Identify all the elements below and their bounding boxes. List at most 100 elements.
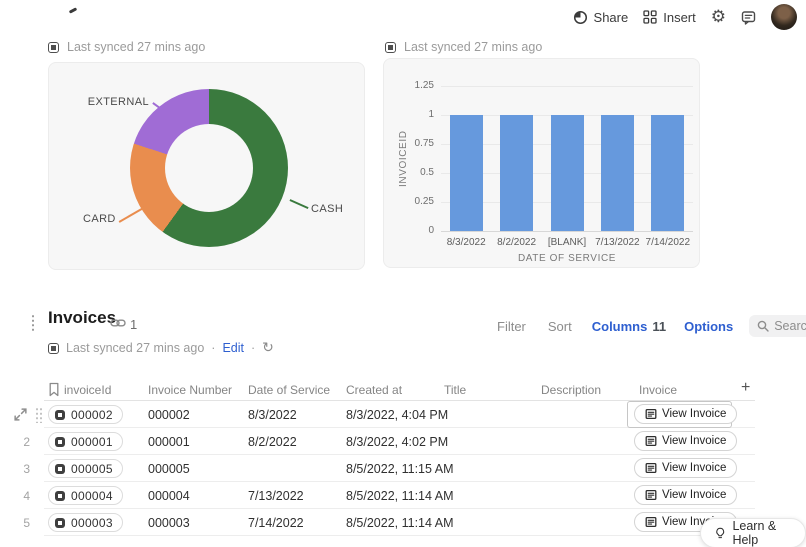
learn-help-label: Learn & Help [732,519,791,547]
options-button[interactable]: Options [684,319,733,334]
invoice-id-chip[interactable]: 000003 [48,513,123,532]
section-title: Invoices [48,308,116,328]
cell-invoice-number[interactable]: 000001 [148,435,190,449]
column-header-title[interactable]: Title [444,383,466,397]
view-invoice-label: View Invoice [662,462,726,474]
x-tick-label: 8/3/2022 [441,237,491,248]
column-header-invoiceid[interactable]: invoiceId [64,383,111,397]
refresh-icon[interactable]: ↻ [262,341,274,355]
cell-date-of-service[interactable]: 8/2/2022 [248,435,297,449]
drag-handle-icon[interactable] [35,407,43,423]
pie-sync-status: Last synced 27 mins ago [48,40,205,54]
invoice-id-value: 000004 [71,489,113,503]
table-body: 000002 000002 8/3/2022 8/3/2022, 4:04 PM Vie… [0,401,806,536]
row-divider [44,535,755,536]
share-button[interactable]: Share [573,10,629,25]
view-invoice-button[interactable]: View Invoice [634,458,737,478]
view-invoice-label: View Invoice [662,408,726,420]
invoice-id-chip[interactable]: 000002 [48,405,123,424]
settings-button[interactable]: ⚙ [711,9,726,26]
invoice-id-value: 000003 [71,516,113,530]
cell-created-at[interactable]: 8/3/2022, 4:04 PM [346,408,448,422]
avatar[interactable] [771,4,797,30]
cell-created-at[interactable]: 8/5/2022, 11:14 AM [346,489,454,503]
lightbulb-icon [715,526,725,541]
cutoff-title-mark [69,7,77,13]
y-tick-label: 1.25 [384,80,434,91]
table-sync-label: Last synced 27 mins ago [66,341,204,355]
pie-chart-card: EXTERNAL CARD CASH [48,62,365,270]
row-number: 4 [8,489,30,503]
column-header-invoice[interactable]: Invoice [639,383,677,397]
bar[interactable] [450,115,483,231]
columns-count-badge: 11 [652,319,666,334]
bar[interactable] [500,115,533,231]
cell-created-at[interactable]: 8/3/2022, 4:02 PM [346,435,448,449]
comment-icon [741,10,756,25]
table-row[interactable]: 5 000003 000003 7/14/2022 8/5/2022, 11:14 AM… [0,509,806,536]
invoice-id-chip[interactable]: 000004 [48,486,123,505]
columns-button[interactable]: Columns11 [592,319,666,334]
cell-created-at[interactable]: 8/5/2022, 11:14 AM [346,516,454,530]
view-invoice-label: View Invoice [662,435,726,447]
feedback-button[interactable] [741,10,756,25]
gridline [441,231,693,232]
table-row[interactable]: 000002 000002 8/3/2022 8/3/2022, 4:04 PM Vie… [0,401,806,428]
row-number: 5 [8,516,30,530]
table-toolbar: Filter Sort Columns11 Options Search [497,314,806,338]
column-header-created-at[interactable]: Created at [346,383,402,397]
gear-icon: ⚙ [711,9,726,26]
learn-help-button[interactable]: Learn & Help [700,518,806,547]
bar-sync-status: Last synced 27 mins ago [385,40,542,54]
invoice-id-chip[interactable]: 000001 [48,432,123,451]
filter-button[interactable]: Filter [497,319,526,334]
sort-button[interactable]: Sort [548,319,572,334]
y-axis-title: INVOICEID [398,109,409,209]
record-expand-button[interactable] [13,407,28,427]
table-row[interactable]: 4 000004 000004 7/13/2022 8/5/2022, 11:14 AM… [0,482,806,509]
cell-created-at[interactable]: 8/5/2022, 11:15 AM [346,462,454,476]
view-invoice-button[interactable]: View Invoice [634,485,737,505]
cell-date-of-service[interactable]: 8/3/2022 [248,408,297,422]
y-tick-label: 0 [384,225,434,236]
donut-chart[interactable] [130,89,288,247]
column-header-invoice-number[interactable]: Invoice Number [148,383,232,397]
insert-button[interactable]: Insert [643,10,696,25]
cash-callout-line [290,199,309,209]
search-input[interactable]: Search [749,315,806,337]
cell-date-of-service[interactable]: 7/14/2022 [248,516,304,530]
table-row[interactable]: 2 000001 000001 8/2/2022 8/3/2022, 4:02 PM Vi… [0,428,806,455]
bar-plot[interactable] [441,86,693,231]
column-header-date-of-service[interactable]: Date of Service [248,383,330,397]
share-label: Share [594,10,629,25]
record-icon [55,464,65,474]
y-tick-label: 0.75 [384,138,434,149]
share-icon [573,10,588,25]
invoice-id-chip[interactable]: 000005 [48,459,123,478]
topbar-actions: Share Insert ⚙ [573,3,797,31]
cell-invoice-number[interactable]: 000003 [148,516,190,530]
row-number: 2 [8,435,30,449]
bar[interactable] [601,115,634,231]
linked-records-icon [110,317,126,329]
y-tick-label: 0.25 [384,196,434,207]
add-column-button[interactable]: + [741,379,750,397]
cell-date-of-service[interactable]: 7/13/2022 [248,489,304,503]
view-invoice-button[interactable]: View Invoice [634,431,737,451]
insert-grid-icon [643,10,657,24]
dashboard-page: Share Insert ⚙ Last synced 27 mins ago [0,0,806,547]
synced-source-icon [48,42,59,53]
cell-invoice-number[interactable]: 000004 [148,489,190,503]
section-drag-handle-icon[interactable] [31,314,35,331]
cell-invoice-number[interactable]: 000005 [148,462,190,476]
bar[interactable] [651,115,684,231]
table-row[interactable]: 30000050000058/5/2022, 11:15 AMView Invo… [0,455,806,482]
edit-link[interactable]: Edit [222,341,244,355]
separator-dot: · [211,341,215,355]
record-icon [55,437,65,447]
cell-invoice-number[interactable]: 000002 [148,408,190,422]
search-placeholder: Search [774,319,806,333]
view-invoice-button[interactable]: View Invoice [634,404,737,424]
bar[interactable] [551,115,584,231]
column-header-description[interactable]: Description [541,383,601,397]
